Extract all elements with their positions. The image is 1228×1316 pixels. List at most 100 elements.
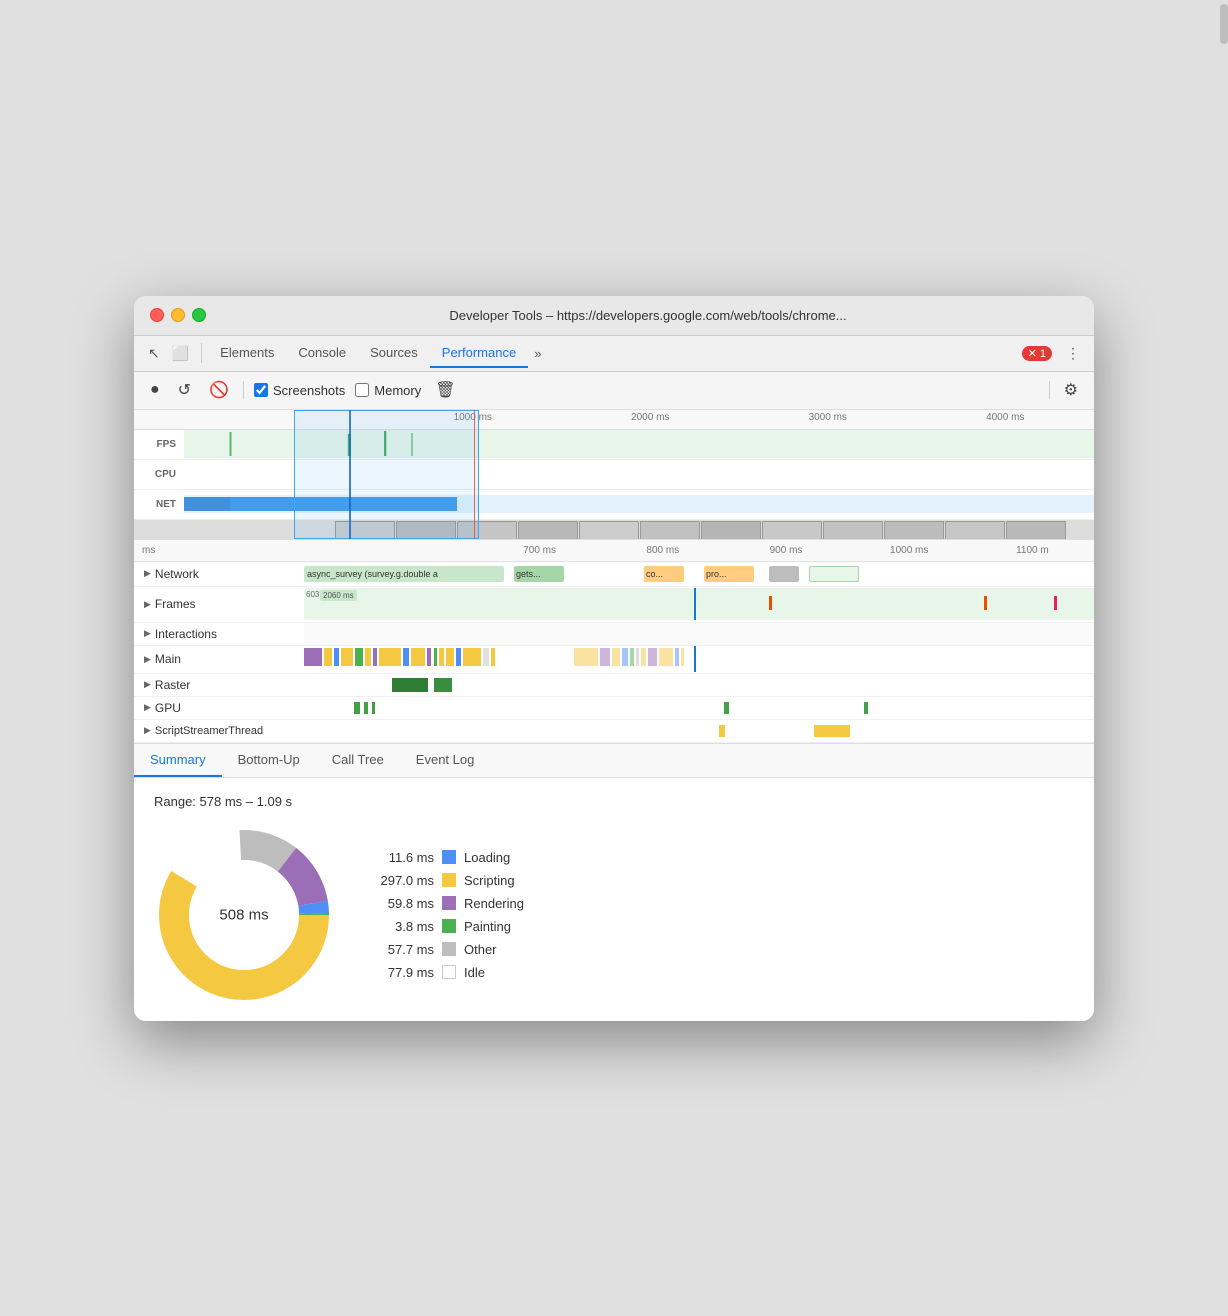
network-block-co: co... [644, 566, 684, 582]
timeline-overview[interactable]: 1000 ms 2000 ms 3000 ms 4000 ms FPS CPU [134, 410, 1094, 540]
legend-other: 57.7 ms Other [374, 942, 524, 957]
time-1000: 1000 ms [848, 545, 971, 556]
track-label-raster[interactable]: ▶ Raster [134, 678, 304, 692]
window-title: Developer Tools – https://developers.goo… [218, 308, 1078, 323]
network-block-grey [769, 566, 799, 582]
track-label-network[interactable]: ▶ Network [134, 567, 304, 581]
title-bar: Developer Tools – https://developers.goo… [134, 296, 1094, 336]
legend-rendering: 59.8 ms Rendering [374, 896, 524, 911]
reload-button[interactable]: ↺ [174, 378, 195, 402]
track-label-frames[interactable]: ▶ Frames [134, 597, 304, 611]
gpu-block-4 [724, 702, 729, 714]
clear-button[interactable]: 🚫 [205, 378, 233, 402]
legend-value-other: 57.7 ms [374, 942, 434, 957]
minimize-button[interactable] [171, 308, 185, 322]
range-text: Range: 578 ms – 1.09 s [154, 794, 1074, 809]
screenshot-thumb-2 [396, 521, 456, 540]
maximize-button[interactable] [192, 308, 206, 322]
tab-separator [201, 343, 202, 363]
tab-summary[interactable]: Summary [134, 744, 222, 777]
tab-sources[interactable]: Sources [358, 339, 430, 368]
track-frames: ▶ Frames 603.6 ms 2060 ms [134, 587, 1094, 623]
close-button[interactable] [150, 308, 164, 322]
legend-name-other: Other [464, 942, 497, 957]
track-label-interactions[interactable]: ▶ Interactions [134, 627, 304, 641]
devtools-menu-icon[interactable]: ⋮ [1060, 341, 1086, 366]
scriptstreamer-label-text: ScriptStreamerThread [155, 725, 263, 737]
network-label-text: Network [155, 567, 199, 581]
trash-button[interactable]: 🗑 [431, 378, 459, 402]
fps-row: FPS [134, 430, 1094, 460]
time-1100: 1100 m [971, 545, 1094, 556]
traffic-lights [150, 308, 206, 322]
donut-chart: 508 ms [154, 825, 334, 1005]
legend-name-idle: Idle [464, 965, 485, 980]
settings-button[interactable]: ⚙ [1060, 378, 1082, 402]
record-button[interactable]: ● [146, 379, 164, 401]
interactions-label-text: Interactions [155, 627, 217, 641]
toolbar-separator-2 [1049, 381, 1050, 399]
frames-label-2060: 2060 ms [320, 590, 357, 601]
element-picker-icon[interactable]: ↖ [142, 341, 166, 366]
net-row: NET [134, 490, 1094, 520]
screenshot-thumb-12 [1006, 521, 1066, 540]
cpu-label: CPU [134, 469, 184, 480]
time-800: 800 ms [601, 545, 724, 556]
legend: 11.6 ms Loading 297.0 ms Scripting 59.8 … [374, 850, 524, 980]
tab-performance[interactable]: Performance [430, 339, 528, 368]
track-gpu: ▶ GPU [134, 697, 1094, 720]
legend-loading: 11.6 ms Loading [374, 850, 524, 865]
track-content-network: async_survey (survey.g.double a gets... … [304, 562, 1094, 586]
ruler-label-3000: 3000 ms [739, 412, 917, 427]
legend-idle: 77.9 ms Idle [374, 965, 524, 980]
timeline-detail[interactable]: ms 700 ms 800 ms 900 ms 1000 ms 1100 m ▶… [134, 540, 1094, 744]
more-tabs-button[interactable]: » [528, 342, 547, 365]
track-content-gpu [304, 697, 1094, 719]
error-badge: ✕ 1 [1022, 346, 1052, 361]
legend-color-idle [442, 965, 456, 979]
main-label-text: Main [155, 652, 181, 666]
screenshots-checkbox[interactable] [254, 383, 268, 397]
screenshot-thumb-3 [457, 521, 517, 540]
screenshot-thumb-1 [335, 521, 395, 540]
gpu-label-text: GPU [155, 701, 181, 715]
track-content-raster [304, 674, 1094, 696]
tab-console[interactable]: Console [286, 339, 358, 368]
screenshots-checkbox-label[interactable]: Screenshots [254, 383, 345, 398]
device-toolbar-icon[interactable]: ⬜ [166, 341, 195, 366]
memory-checkbox-label[interactable]: Memory [355, 383, 421, 398]
tab-event-log[interactable]: Event Log [400, 744, 491, 777]
ruler-label-1000: 1000 ms [384, 412, 562, 427]
track-network: ▶ Network async_survey (survey.g.double … [134, 562, 1094, 587]
tab-call-tree[interactable]: Call Tree [316, 744, 400, 777]
arrow-frames: ▶ [144, 599, 151, 610]
fps-chart [184, 430, 1094, 458]
screenshot-thumb-10 [884, 521, 944, 540]
network-block-pro: pro... [704, 566, 754, 582]
ruler-labels: 1000 ms 2000 ms 3000 ms 4000 ms [334, 412, 1094, 427]
track-label-scriptstreamer[interactable]: ▶ ScriptStreamerThread [134, 725, 304, 737]
legend-value-painting: 3.8 ms [374, 919, 434, 934]
track-content-main [304, 645, 1094, 673]
network-block-survey: async_survey (survey.g.double a [304, 566, 504, 582]
legend-value-loading: 11.6 ms [374, 850, 434, 865]
summary-content: 508 ms 11.6 ms Loading 297.0 ms Scriptin… [154, 825, 1074, 1005]
ruler-label-4000: 4000 ms [917, 412, 1095, 427]
legend-name-painting: Painting [464, 919, 511, 934]
tab-elements[interactable]: Elements [208, 339, 286, 368]
track-content-frames: 603.6 ms 2060 ms [304, 588, 1094, 620]
arrow-main: ▶ [144, 654, 151, 665]
memory-label: Memory [374, 383, 421, 398]
tab-bottom-up[interactable]: Bottom-Up [222, 744, 316, 777]
arrow-raster: ▶ [144, 679, 151, 690]
memory-checkbox[interactable] [355, 383, 369, 397]
summary-panel: Range: 578 ms – 1.09 s [134, 778, 1094, 1021]
net-label: NET [134, 499, 184, 510]
devtools-window: Developer Tools – https://developers.goo… [134, 296, 1094, 1021]
screenshot-thumb-7 [701, 521, 761, 540]
timeline-ruler: 1000 ms 2000 ms 3000 ms 4000 ms [134, 410, 1094, 430]
frames-label-text: Frames [155, 597, 196, 611]
track-content-interactions [304, 623, 1094, 645]
track-label-main[interactable]: ▶ Main [134, 652, 304, 666]
track-label-gpu[interactable]: ▶ GPU [134, 701, 304, 715]
